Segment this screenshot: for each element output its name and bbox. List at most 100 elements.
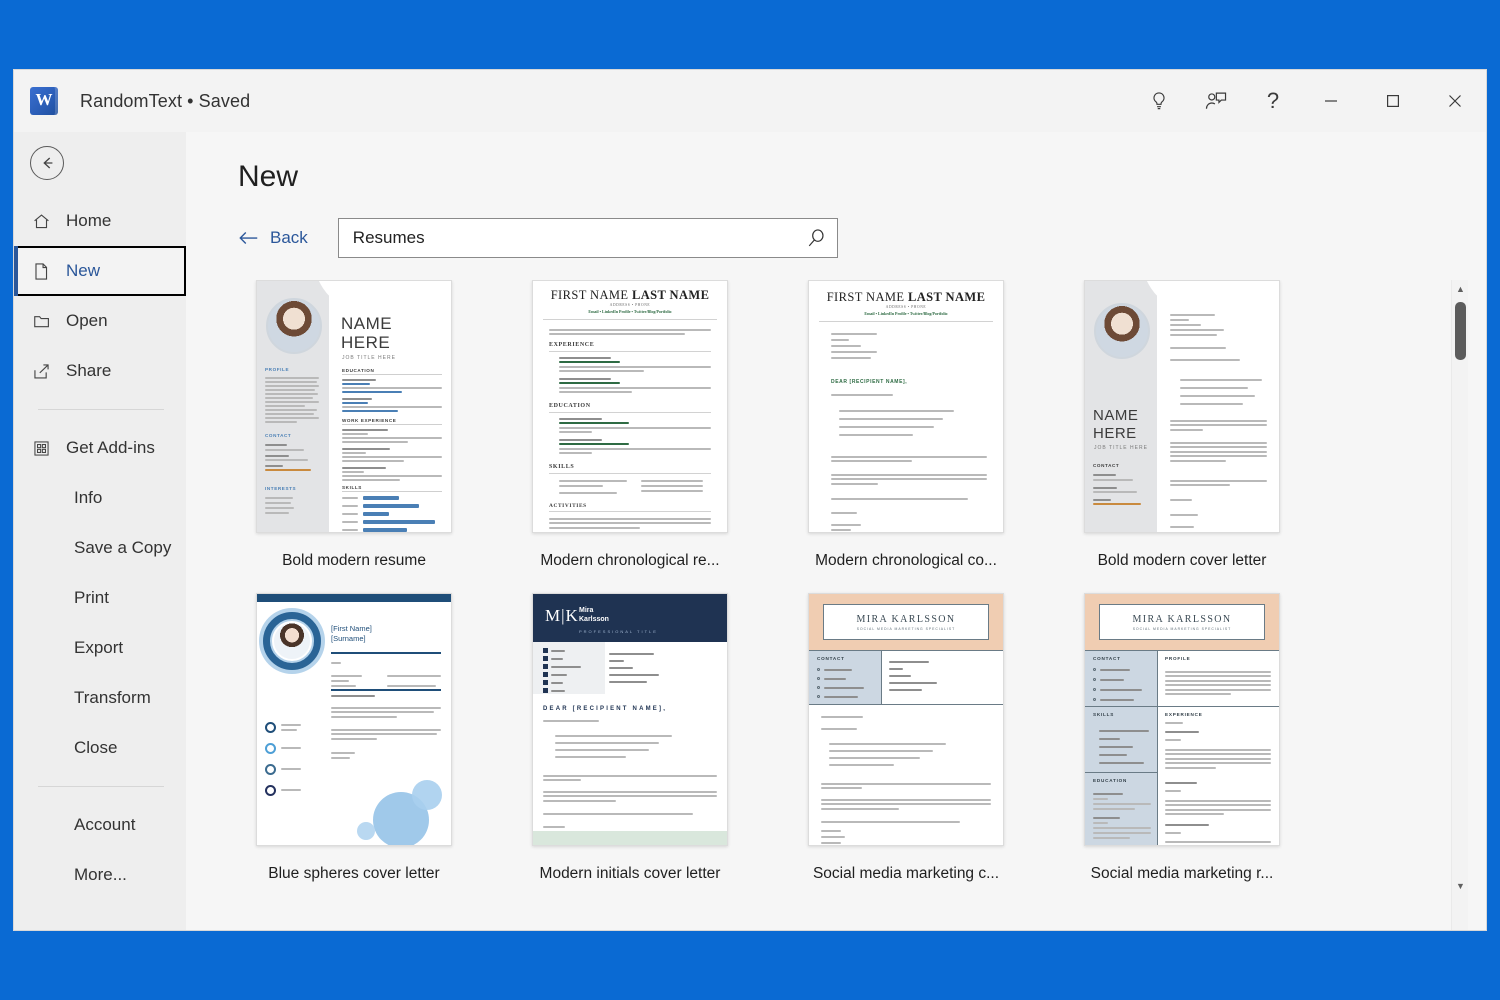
mini-section: PROFILE — [1165, 656, 1191, 661]
mini-section: CONTACT — [265, 433, 292, 438]
scrollbar-thumb[interactable] — [1455, 302, 1466, 360]
search-icon[interactable] — [799, 227, 827, 249]
mini-section: EXPERIENCE — [549, 342, 595, 348]
new-document-panel: New Back Resumes PROFILE CONTACT INTERES… — [186, 132, 1486, 930]
word-icon: W — [30, 87, 58, 115]
template-thumbnail-blue-spheres-cover-letter[interactable]: [First Name] [Surname] — [256, 593, 452, 846]
sidebar-item-save-a-copy[interactable]: Save a Copy — [14, 523, 186, 573]
sidebar-divider-1 — [38, 409, 164, 410]
sidebar-item-label: Print — [74, 588, 109, 607]
sidebar-divider-2 — [38, 786, 164, 787]
sidebar-item-info[interactable]: Info — [14, 473, 186, 523]
sidebar-item-label: Info — [74, 488, 103, 507]
mini-section: SKILLS — [1093, 712, 1115, 717]
sidebar-item-share[interactable]: Share — [14, 346, 186, 396]
back-button[interactable]: Back — [238, 228, 308, 248]
template-label: Social media marketing r... — [1090, 865, 1274, 882]
template-label: Modern chronological re... — [540, 552, 720, 569]
mini-jobtitle: JOB TITLE HERE — [342, 355, 396, 361]
template-thumbnail-modern-chronological-cover-letter[interactable]: FIRST NAME LAST NAME ADDRESS • PHONE Ema… — [808, 280, 1004, 533]
template-card[interactable]: [First Name] [Surname] Blue spheres cove… — [238, 593, 470, 906]
mini-section: PROFILE — [265, 367, 290, 372]
mini-lastname: LAST NAME — [631, 288, 710, 302]
template-thumbnail-social-media-marketing-cover-letter[interactable]: MIRA KARLSSON SOCIAL MEDIA MARKETING SPE… — [808, 593, 1004, 846]
mini-jobtitle: JOB TITLE HERE — [1094, 445, 1148, 451]
title-bar: W RandomText • Saved ? — [14, 70, 1486, 132]
mini-section: CONTACT — [1093, 463, 1120, 468]
mini-section: EDUCATION — [342, 368, 375, 373]
tell-me-icon[interactable] — [1132, 70, 1186, 132]
mini-name: MIRA KARLSSON — [856, 614, 956, 625]
document-title: RandomText • Saved — [80, 90, 251, 111]
sidebar-item-label: Close — [74, 738, 118, 757]
template-gallery-wrap: PROFILE CONTACT INTERESTS NAME HERE JOB … — [186, 280, 1486, 930]
template-label: Blue spheres cover letter — [268, 865, 440, 882]
sidebar-item-label: Home — [66, 211, 112, 230]
template-card[interactable]: FIRST NAME LAST NAME ADDRESS • PHONE Ema… — [514, 280, 746, 593]
sidebar-item-close[interactable]: Close — [14, 723, 186, 773]
template-label: Bold modern cover letter — [1097, 552, 1267, 569]
sidebar-item-home[interactable]: Home — [14, 196, 186, 246]
minimize-icon[interactable] — [1300, 70, 1362, 132]
word-backstage-window: W RandomText • Saved ? Home New Open Sha… — [14, 70, 1486, 930]
mini-section: EDUCATION — [549, 403, 591, 409]
template-thumbnail-modern-initials-cover-letter[interactable]: M|K Mira Karlsson PROFESSIONAL TITLE DEA… — [532, 593, 728, 846]
sidebar-item-print[interactable]: Print — [14, 573, 186, 623]
template-thumbnail-bold-modern-cover-letter[interactable]: NAME HERE JOB TITLE HERE CONTACT — [1084, 280, 1280, 533]
template-card[interactable]: PROFILE CONTACT INTERESTS NAME HERE JOB … — [238, 280, 470, 593]
mini-section: WORK EXPERIENCE — [342, 418, 397, 423]
template-card[interactable]: FIRST NAME LAST NAME ADDRESS • PHONE Ema… — [790, 280, 1022, 593]
mini-section: SKILLS — [342, 485, 362, 490]
template-thumbnail-bold-modern-resume[interactable]: PROFILE CONTACT INTERESTS NAME HERE JOB … — [256, 280, 452, 533]
mini-firstname: FIRST NAME — [826, 290, 905, 304]
scroll-up-arrow-icon[interactable]: ▲ — [1452, 280, 1469, 297]
feedback-icon[interactable] — [1186, 70, 1246, 132]
mini-lastname: [Surname] — [331, 634, 366, 643]
share-icon — [32, 362, 58, 381]
sidebar-item-label: Open — [66, 311, 108, 330]
help-glyph: ? — [1266, 88, 1280, 113]
search-box[interactable] — [337, 218, 838, 258]
template-card[interactable]: M|K Mira Karlsson PROFESSIONAL TITLE DEA… — [514, 593, 746, 906]
sidebar-item-open[interactable]: Open — [14, 296, 186, 346]
template-label: Modern chronological co... — [815, 552, 997, 569]
maximize-icon[interactable] — [1362, 70, 1424, 132]
mini-firstname: FIRST NAME — [550, 288, 629, 302]
help-icon[interactable]: ? — [1246, 70, 1300, 132]
mini-section: EDUCATION — [1093, 778, 1128, 783]
gallery-scrollbar[interactable]: ▲ ▼ — [1451, 280, 1468, 930]
sidebar-item-more[interactable]: More... — [14, 850, 186, 900]
sidebar-item-get-add-ins[interactable]: Get Add-ins — [14, 423, 186, 473]
new-document-icon — [32, 262, 58, 281]
back-arrow-icon — [238, 230, 260, 246]
sidebar-item-transform[interactable]: Transform — [14, 673, 186, 723]
sidebar-item-label: Save a Copy — [74, 538, 172, 557]
template-card[interactable]: NAME HERE JOB TITLE HERE CONTACT Bold mo… — [1066, 280, 1298, 593]
mini-lastname: LAST NAME — [907, 290, 986, 304]
scroll-down-arrow-icon[interactable]: ▼ — [1452, 877, 1469, 894]
close-icon[interactable] — [1424, 70, 1486, 132]
template-thumbnail-social-media-marketing-resume[interactable]: MIRA KARLSSON SOCIAL MEDIA MARKETING SPE… — [1084, 593, 1280, 846]
search-input[interactable] — [352, 228, 799, 248]
mini-name: Karlsson — [579, 616, 609, 623]
mini-title: SOCIAL MEDIA MARKETING SPECIALIST — [1132, 627, 1232, 631]
mini-name: HERE — [341, 333, 391, 352]
sidebar-item-new[interactable]: New — [14, 246, 186, 296]
sidebar-item-export[interactable]: Export — [14, 623, 186, 673]
sidebar-item-account[interactable]: Account — [14, 800, 186, 850]
sidebar-item-label: New — [66, 261, 101, 280]
template-thumbnail-modern-chronological-resume[interactable]: FIRST NAME LAST NAME ADDRESS • PHONE Ema… — [532, 280, 728, 533]
mini-name: Mira — [579, 607, 594, 614]
template-card[interactable]: MIRA KARLSSON SOCIAL MEDIA MARKETING SPE… — [1066, 593, 1298, 906]
mini-section: SKILLS — [549, 464, 575, 470]
template-gallery: PROFILE CONTACT INTERESTS NAME HERE JOB … — [238, 280, 1451, 930]
back-arrow-circle-icon[interactable] — [30, 146, 64, 180]
mini-monogram: M|K — [545, 606, 579, 625]
sidebar-item-label: Get Add-ins — [66, 438, 155, 457]
template-card[interactable]: MIRA KARLSSON SOCIAL MEDIA MARKETING SPE… — [790, 593, 1022, 906]
sidebar-item-label: Share — [66, 361, 112, 380]
addins-grid-icon — [32, 439, 58, 458]
mini-name: NAME — [341, 314, 393, 333]
search-row: Back — [238, 218, 1486, 258]
folder-open-icon — [32, 312, 58, 331]
